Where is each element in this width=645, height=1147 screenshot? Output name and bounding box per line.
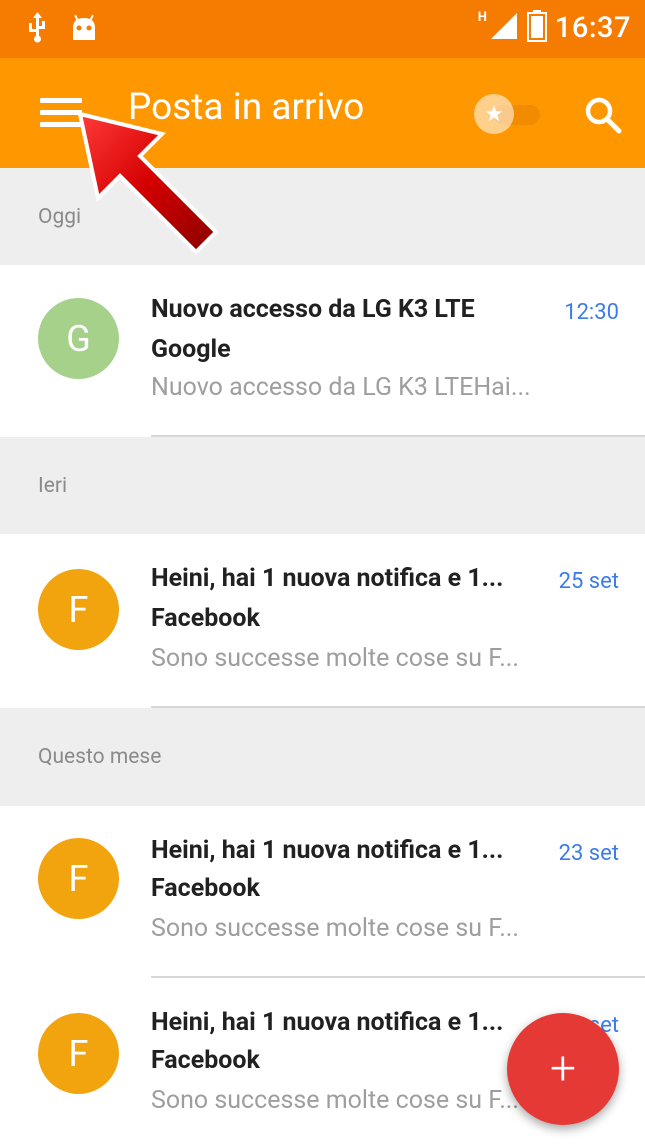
section-header-today: Oggi bbox=[0, 168, 645, 265]
section-header-yesterday: Ieri bbox=[0, 437, 645, 534]
email-date: 12:30 bbox=[564, 300, 619, 325]
avatar: F bbox=[38, 1013, 119, 1094]
email-preview: Sono successe molte cose su F... bbox=[151, 1086, 519, 1115]
avatar: F bbox=[38, 838, 119, 919]
email-date: 23 set bbox=[558, 841, 619, 866]
section-label: Questo mese bbox=[38, 745, 162, 769]
avatar: G bbox=[38, 298, 119, 379]
email-sender: Facebook bbox=[151, 604, 260, 633]
compose-button[interactable]: + bbox=[507, 1013, 619, 1125]
status-time: 16:37 bbox=[554, 11, 631, 45]
email-row[interactable]: F Heini, hai 1 nuova notifica e 1... 25 … bbox=[0, 534, 645, 708]
app-bar: Posta in arrivo ★ bbox=[0, 58, 645, 168]
plus-icon: + bbox=[550, 1042, 576, 1096]
email-preview: Sono successe molte cose su F... bbox=[151, 914, 519, 943]
avatar: F bbox=[38, 569, 119, 650]
search-icon[interactable] bbox=[582, 94, 624, 136]
email-sender: Facebook bbox=[151, 874, 260, 903]
status-bar: H 16:37 bbox=[0, 0, 645, 58]
signal-icon bbox=[489, 11, 519, 45]
star-icon: ★ bbox=[474, 94, 514, 134]
email-row[interactable]: G Nuovo accesso da LG K3 LTE 12:30 Googl… bbox=[0, 265, 645, 437]
email-subject: Heini, hai 1 nuova notifica e 1... bbox=[151, 564, 504, 593]
email-subject: Nuovo accesso da LG K3 LTE bbox=[151, 295, 475, 324]
email-date: 25 set bbox=[558, 569, 619, 594]
menu-icon[interactable] bbox=[40, 98, 82, 130]
battery-icon bbox=[526, 10, 547, 46]
email-preview: Sono successe molte cose su F... bbox=[151, 644, 519, 673]
page-title: Posta in arrivo bbox=[128, 86, 365, 129]
email-subject: Heini, hai 1 nuova notifica e 1... bbox=[151, 1008, 504, 1037]
email-sender: Facebook bbox=[151, 1046, 260, 1075]
section-label: Oggi bbox=[38, 204, 82, 229]
usb-icon bbox=[26, 12, 48, 48]
section-label: Ieri bbox=[38, 473, 68, 498]
network-type-label: H bbox=[477, 10, 487, 25]
email-row[interactable]: F Heini, hai 1 nuova notifica e 1... 23 … bbox=[0, 806, 645, 978]
email-subject: Heini, hai 1 nuova notifica e 1... bbox=[151, 836, 504, 865]
email-sender: Google bbox=[151, 335, 231, 364]
section-header-this-month: Questo mese bbox=[0, 708, 645, 806]
email-preview: Nuovo accesso da LG K3 LTEHai... bbox=[151, 373, 531, 402]
starred-toggle[interactable]: ★ bbox=[474, 94, 544, 134]
android-icon bbox=[70, 14, 98, 46]
